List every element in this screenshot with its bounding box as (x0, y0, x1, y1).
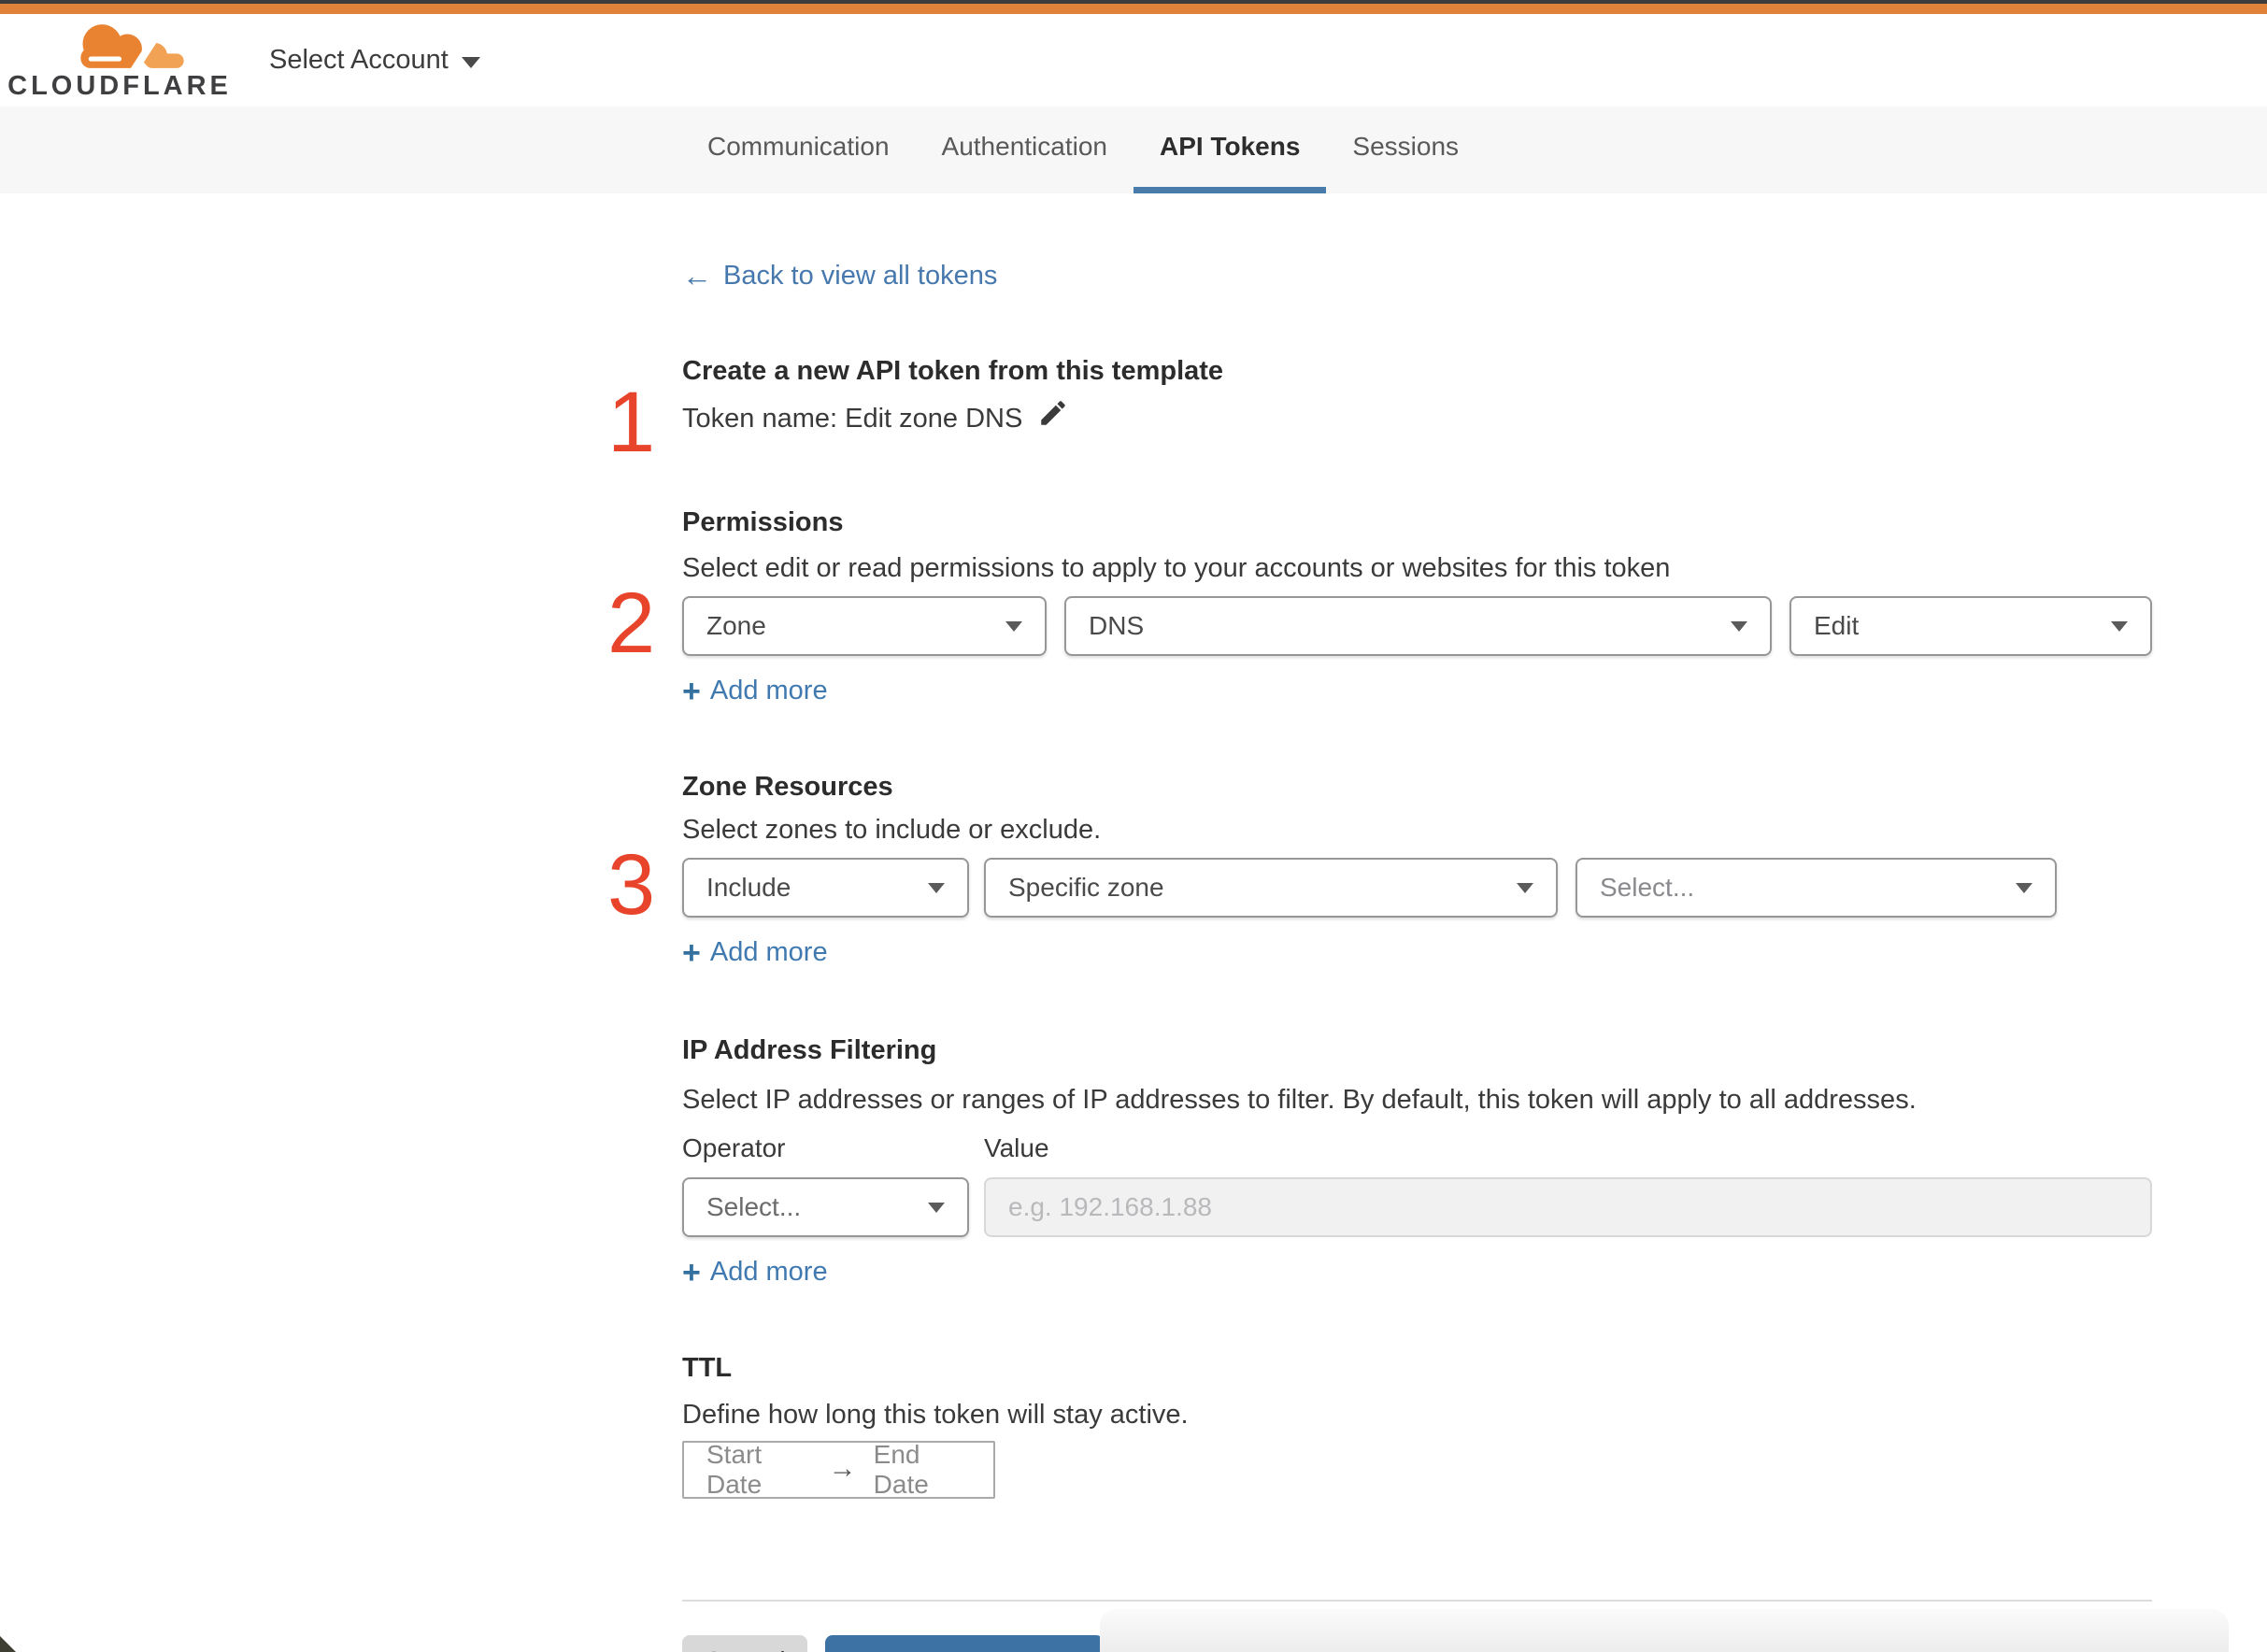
add-more-label: Add more (709, 1257, 828, 1287)
zone-type-select[interactable]: Specific zone (984, 858, 1558, 918)
end-date-field[interactable]: End Date (874, 1440, 971, 1500)
zone-type-value: Specific zone (1008, 873, 1164, 902)
value-label: Value (984, 1133, 1049, 1162)
back-to-tokens-link[interactable]: ← Back to view all tokens (682, 261, 997, 292)
zone-resources-title: Zone Resources (682, 772, 893, 802)
tab-sessions[interactable]: Sessions (1326, 107, 1485, 193)
chevron-down-icon (2016, 882, 2032, 893)
chevron-down-icon (928, 1202, 945, 1213)
step-number-1: 1 (607, 375, 656, 470)
step-number-2: 2 (607, 576, 656, 671)
permission-access-select[interactable]: Edit (1789, 596, 2152, 656)
zone-picker-select[interactable]: Select... (1575, 858, 2057, 918)
ip-filtering-title: IP Address Filtering (682, 1035, 937, 1065)
edit-pencil-icon[interactable] (1037, 397, 1069, 436)
main-content: ← Back to view all tokens 1 Create a new… (0, 193, 2267, 1652)
cloudflare-logo: CLOUDFLARE (7, 21, 228, 100)
zone-mode-value: Include (706, 873, 791, 902)
section-token-name: 1 Create a new API token from this templ… (607, 356, 2267, 465)
bottom-overlay-panel (1100, 1609, 2229, 1652)
corner-wedge-shape (0, 1636, 16, 1652)
arrow-right-icon: → (828, 1453, 857, 1484)
permission-scope-select[interactable]: Zone (682, 596, 1047, 656)
add-more-label: Add more (709, 676, 828, 705)
start-date-field[interactable]: Start Date (706, 1440, 812, 1500)
back-link-label: Back to view all tokens (723, 261, 998, 291)
permission-service-value: DNS (1089, 611, 1145, 640)
ttl-title: TTL (682, 1353, 733, 1383)
account-selector[interactable]: Select Account (269, 45, 480, 76)
cloudflare-cloud-icon (50, 21, 190, 70)
permission-scope-value: Zone (706, 611, 766, 640)
top-orange-strip (0, 4, 2267, 14)
step-number-3: 3 (607, 837, 656, 933)
tab-communication[interactable]: Communication (681, 107, 916, 193)
operator-placeholder: Select... (706, 1192, 802, 1221)
tab-authentication[interactable]: Authentication (916, 107, 1134, 193)
template-section-title: Create a new API token from this templat… (682, 356, 1224, 386)
header: CLOUDFLARE Select Account (0, 14, 2267, 107)
permissions-description: Select edit or read permissions to apply… (682, 553, 1671, 583)
page: CLOUDFLARE Select Account Communication … (0, 0, 2267, 1652)
plus-icon: + (682, 673, 701, 709)
continue-to-summary-button[interactable]: Continue to summary (825, 1635, 1104, 1652)
ttl-description: Define how long this token will stay act… (682, 1400, 1189, 1430)
chevron-down-icon (1517, 882, 1533, 893)
section-permissions: Permissions Select edit or read permissi… (607, 507, 2267, 709)
section-ttl: TTL Define how long this token will stay… (682, 1353, 2267, 1499)
tab-api-tokens[interactable]: API Tokens (1134, 107, 1327, 193)
operator-label: Operator (682, 1133, 786, 1162)
add-more-label: Add more (709, 937, 828, 967)
permission-access-value: Edit (1814, 611, 1860, 640)
chevron-down-icon (928, 882, 945, 893)
tab-bar: Communication Authentication API Tokens … (0, 107, 2267, 193)
ip-filtering-add-more-link[interactable]: + Add more (682, 1254, 828, 1290)
section-ip-filtering: IP Address Filtering Select IP addresses… (682, 1035, 2267, 1290)
cloudflare-wordmark: CLOUDFLARE (7, 70, 232, 101)
operator-select[interactable]: Select... (682, 1177, 969, 1237)
ip-filtering-description: Select IP addresses or ranges of IP addr… (682, 1085, 1917, 1115)
cancel-button[interactable]: Cancel (682, 1635, 807, 1652)
section-zone-resources: Zone Resources Select zones to include o… (607, 772, 2267, 971)
footer-divider (682, 1600, 2152, 1602)
zone-mode-select[interactable]: Include (682, 858, 969, 918)
back-arrow-icon: ← (682, 259, 712, 292)
plus-icon: + (682, 1254, 701, 1290)
permission-service-select[interactable]: DNS (1064, 596, 1772, 656)
zone-resources-add-more-link[interactable]: + Add more (682, 934, 828, 971)
permissions-add-more-link[interactable]: + Add more (682, 673, 828, 709)
date-range-picker[interactable]: Start Date → End Date (682, 1440, 995, 1500)
chevron-down-icon (1731, 620, 1747, 632)
ip-value-input[interactable] (984, 1177, 2152, 1237)
chevron-down-icon (2111, 620, 2128, 632)
plus-icon: + (682, 934, 701, 971)
account-selector-label: Select Account (269, 45, 449, 75)
chevron-down-icon (1005, 620, 1022, 632)
zone-resources-description: Select zones to include or exclude. (682, 815, 1102, 845)
chevron-down-icon (461, 56, 480, 68)
zone-picker-placeholder: Select... (1600, 873, 1695, 902)
permissions-title: Permissions (682, 507, 844, 537)
token-name-text: Token name: Edit zone DNS (682, 403, 1023, 434)
